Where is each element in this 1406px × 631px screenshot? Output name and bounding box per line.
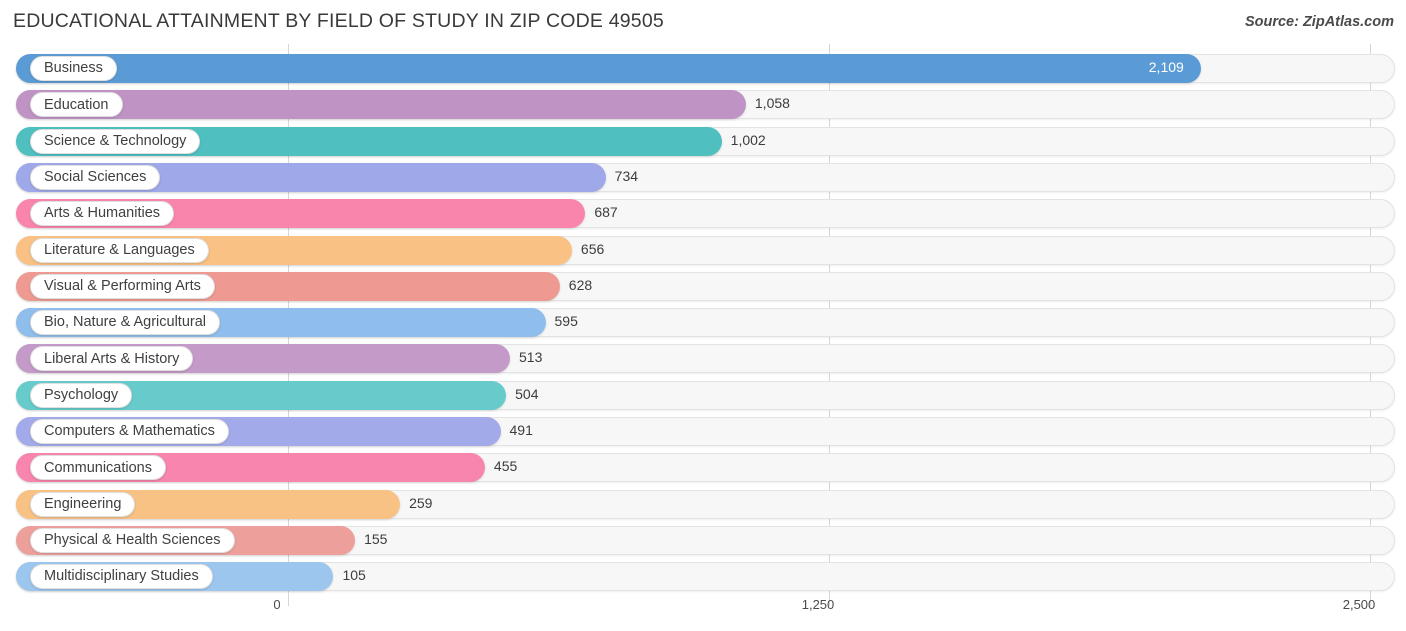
bar-value-label: 2,109 [1148, 59, 1184, 75]
category-label-pill: Social Sciences [30, 164, 161, 190]
category-label-pill: Business [30, 56, 117, 81]
bar-row: Computers & Mathematics 491 [0, 414, 1406, 450]
bar-row: Business 2,109 [0, 51, 1406, 87]
category-label-pill: Arts & Humanities [30, 201, 175, 227]
category-label: Bio, Nature & Agricultural [44, 314, 206, 331]
category-label-pill: Education [30, 92, 123, 118]
bar-row: Communications 455 [0, 450, 1406, 486]
bar-value-label: 259 [409, 494, 433, 511]
x-axis: 0 1,250 2,500 [0, 592, 1406, 631]
category-label-pill: Engineering [30, 491, 136, 517]
category-label: Liberal Arts & History [44, 350, 180, 367]
category-label: Social Sciences [44, 169, 147, 186]
category-label: Science & Technology [44, 132, 187, 149]
bar-value-label: 1,002 [730, 131, 766, 148]
bar-value-label: 105 [342, 567, 366, 584]
bar-value-label: 504 [515, 385, 539, 402]
page-title: EDUCATIONAL ATTAINMENT BY FIELD OF STUDY… [13, 10, 664, 32]
category-label: Literature & Languages [44, 241, 195, 258]
bar-row: Social Sciences 734 [0, 160, 1406, 196]
bar-value-label: 734 [614, 167, 639, 184]
bar-value-label: 595 [554, 313, 578, 330]
axis-tick-mark [288, 592, 289, 606]
bar-row: Literature & Languages 656 [0, 233, 1406, 269]
category-label: Physical & Health Sciences [44, 532, 221, 549]
axis-tick-label: 1,250 [801, 597, 835, 612]
category-label: Computers & Mathematics [44, 423, 215, 440]
category-label-pill: Liberal Arts & History [30, 346, 194, 372]
category-label-pill: Computers & Mathematics [30, 419, 229, 444]
bar-value-label: 656 [580, 240, 605, 257]
bar-row: Liberal Arts & History 513 [0, 341, 1406, 377]
bar-row: Arts & Humanities 687 [0, 196, 1406, 232]
bar-value-label: 628 [568, 276, 593, 293]
category-label: Visual & Performing Arts [44, 278, 201, 295]
axis-tick-label: 0 [273, 597, 281, 612]
bar-value-label: 491 [509, 422, 533, 438]
axis-tick-label: 2,500 [1342, 597, 1376, 612]
category-label: Education [44, 96, 109, 113]
bar[interactable] [16, 54, 1201, 83]
bar-row: Science & Technology 1,002 [0, 124, 1406, 160]
bar-value-label: 455 [493, 458, 518, 475]
chart-header: EDUCATIONAL ATTAINMENT BY FIELD OF STUDY… [0, 0, 1406, 44]
bar-row: Physical & Health Sciences 155 [0, 523, 1406, 559]
bar-value-label: 1,058 [754, 95, 790, 112]
bar[interactable] [16, 90, 746, 120]
category-label-pill: Literature & Languages [30, 237, 209, 263]
category-label: Multidisciplinary Studies [44, 568, 199, 585]
chart-plot-area: Business 2,109 Education 1,058 Science & Tec… [0, 44, 1406, 592]
bar-row: Visual & Performing Arts 628 [0, 269, 1406, 305]
category-label-pill: Physical & Health Sciences [30, 527, 235, 553]
category-label-pill: Psychology [30, 382, 133, 408]
category-label: Psychology [44, 386, 119, 403]
bar-value-label: 155 [364, 530, 388, 547]
category-label: Communications [44, 459, 152, 476]
category-label: Engineering [44, 495, 122, 512]
category-label-pill: Science & Technology [30, 128, 201, 154]
category-label: Business [44, 60, 103, 77]
bar-value-label: 687 [594, 204, 618, 221]
bar-row: Engineering 259 [0, 487, 1406, 523]
category-label-pill: Communications [30, 455, 166, 481]
category-label-pill: Multidisciplinary Studies [30, 564, 213, 590]
bar-row: Bio, Nature & Agricultural 595 [0, 305, 1406, 341]
category-label: Arts & Humanities [44, 205, 161, 222]
bar-value-label: 513 [519, 349, 543, 366]
category-label-pill: Bio, Nature & Agricultural [30, 310, 220, 336]
bar-row: Multidisciplinary Studies 105 [0, 559, 1406, 595]
source-attribution: Source: ZipAtlas.com [1244, 14, 1394, 30]
bar-row: Psychology 504 [0, 378, 1406, 414]
bar-row: Education 1,058 [0, 87, 1406, 123]
bar-rows: Business 2,109 Education 1,058 Science & Tec… [0, 44, 1406, 592]
category-label-pill: Visual & Performing Arts [30, 273, 215, 299]
